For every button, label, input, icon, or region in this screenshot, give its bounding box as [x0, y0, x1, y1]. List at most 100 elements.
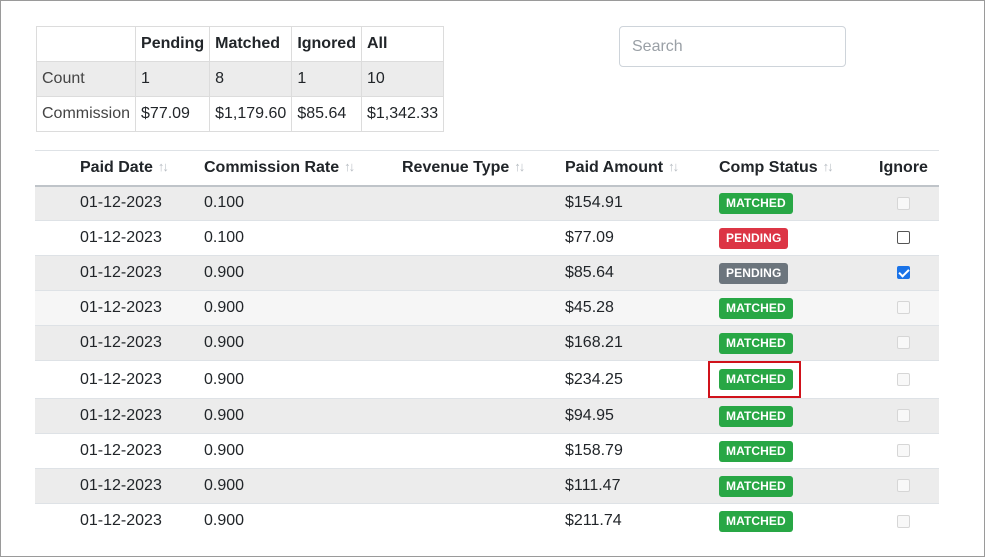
revenue-type-cell — [402, 468, 565, 504]
search-input[interactable] — [619, 26, 846, 67]
column-header-ignore: Ignore — [868, 150, 939, 187]
summary-commission-all: $1,342.33 — [360, 96, 445, 132]
summary-count-pending: 1 — [135, 61, 211, 97]
ignore-checkbox[interactable] — [897, 231, 910, 245]
summary-count-ignored: 1 — [291, 61, 362, 97]
column-header-label: Comp Status — [719, 158, 818, 176]
summary-commission-row: Commission $77.09 $1,179.60 $85.64 $1,34… — [35, 96, 445, 132]
summary-count-all: 10 — [360, 61, 445, 97]
status-badge: MATCHED — [719, 440, 793, 462]
paid-amount-cell: $111.47 — [565, 468, 719, 504]
summary-commission-pending: $77.09 — [135, 96, 211, 132]
sort-icon[interactable]: ↑↓ — [344, 159, 355, 174]
table-header-row: Paid Date ↑↓ Commission Rate ↑↓ Revenue Ty… — [35, 150, 939, 187]
paid-amount-cell: $45.28 — [565, 290, 719, 326]
table-row: 01-12-2023 0.900 $85.64 PENDING — [35, 255, 939, 291]
ignore-cell — [868, 185, 939, 221]
ignore-cell — [868, 468, 939, 504]
ignore-checkbox — [897, 409, 910, 423]
paid-date-cell: 01-12-2023 — [35, 468, 204, 504]
table-row: 01-12-2023 0.900 $158.79 MATCHED — [35, 433, 939, 469]
revenue-type-cell — [402, 220, 565, 256]
comp-status-cell: MATCHED — [719, 433, 868, 469]
paid-amount-cell: $77.09 — [565, 220, 719, 256]
paid-date-cell: 01-12-2023 — [35, 433, 204, 469]
commission-rate-cell: 0.900 — [204, 433, 402, 469]
sort-icon[interactable]: ↑↓ — [823, 159, 834, 174]
comp-status-cell: MATCHED — [719, 325, 868, 361]
paid-date-cell: 01-12-2023 — [35, 255, 204, 291]
paid-date-cell: 01-12-2023 — [35, 398, 204, 434]
comp-status-cell: MATCHED — [719, 503, 868, 539]
ignore-cell — [868, 220, 939, 256]
summary-commission-ignored: $85.64 — [291, 96, 362, 132]
ignore-cell — [868, 503, 939, 539]
comp-status-cell: PENDING — [719, 220, 868, 256]
paid-amount-cell: $211.74 — [565, 503, 719, 539]
table-row: 01-12-2023 0.900 $111.47 MATCHED — [35, 468, 939, 504]
column-header-paid-date[interactable]: Paid Date ↑↓ — [35, 150, 204, 187]
paid-amount-cell: $158.79 — [565, 433, 719, 469]
revenue-type-cell — [402, 255, 565, 291]
revenue-type-cell — [402, 360, 565, 399]
table-body: 01-12-2023 0.100 $154.91 MATCHED 01-12-2023 0… — [35, 185, 939, 539]
column-header-commission-rate[interactable]: Commission Rate ↑↓ — [204, 150, 402, 187]
sort-icon[interactable]: ↑↓ — [514, 159, 525, 174]
status-badge: PENDING — [719, 262, 789, 284]
summary-row-label: Count — [35, 61, 137, 97]
summary-table: Pending Matched Ignored All Count 1 8 1 … — [35, 26, 445, 132]
summary-header-ignored: Ignored — [291, 26, 362, 62]
ignore-cell — [868, 398, 939, 434]
paid-date-cell: 01-12-2023 — [35, 360, 204, 399]
table-row: 01-12-2023 0.900 $211.74 MATCHED — [35, 503, 939, 539]
status-badge: PENDING — [719, 227, 789, 249]
commission-rate-cell: 0.900 — [204, 290, 402, 326]
comp-status-cell: MATCHED — [719, 290, 868, 326]
paid-amount-cell: $85.64 — [565, 255, 719, 291]
commission-rate-cell: 0.900 — [204, 503, 402, 539]
ignore-checkbox — [897, 444, 910, 458]
commission-rate-cell: 0.900 — [204, 325, 402, 361]
paid-date-cell: 01-12-2023 — [35, 185, 204, 221]
paid-date-cell: 01-12-2023 — [35, 290, 204, 326]
status-badge: MATCHED — [719, 405, 793, 427]
ignore-checkbox — [897, 479, 910, 493]
table-row: 01-12-2023 0.900 $234.25 MATCHED — [35, 360, 939, 399]
status-badge: MATCHED — [719, 475, 793, 497]
ignore-checkbox — [897, 336, 910, 350]
paid-amount-cell: $168.21 — [565, 325, 719, 361]
status-badge: MATCHED — [719, 192, 793, 214]
ignore-checkbox[interactable] — [897, 266, 910, 280]
column-header-revenue-type[interactable]: Revenue Type ↑↓ — [402, 150, 565, 187]
summary-count-matched: 8 — [209, 61, 293, 97]
table-row: 01-12-2023 0.900 $94.95 MATCHED — [35, 398, 939, 434]
window-frame: Pending Matched Ignored All Count 1 8 1 … — [0, 0, 985, 557]
status-badge: MATCHED — [719, 297, 793, 319]
column-header-paid-amount[interactable]: Paid Amount ↑↓ — [565, 150, 719, 187]
revenue-type-cell — [402, 185, 565, 221]
summary-header-row: Pending Matched Ignored All — [35, 26, 445, 62]
paid-amount-cell: $154.91 — [565, 185, 719, 221]
comp-status-cell: MATCHED — [719, 185, 868, 221]
sort-icon[interactable]: ↑↓ — [668, 159, 679, 174]
commission-rate-cell: 0.100 — [204, 185, 402, 221]
column-header-comp-status[interactable]: Comp Status ↑↓ — [719, 150, 868, 187]
paid-date-cell: 01-12-2023 — [35, 325, 204, 361]
ignore-checkbox — [897, 514, 910, 528]
summary-header-all: All — [360, 26, 445, 62]
paid-date-cell: 01-12-2023 — [35, 503, 204, 539]
commission-rate-cell: 0.900 — [204, 360, 402, 399]
paid-amount-cell: $234.25 — [565, 360, 719, 399]
revenue-type-cell — [402, 503, 565, 539]
ignore-checkbox — [897, 196, 910, 210]
column-header-label: Paid Date — [80, 158, 153, 176]
comp-status-cell: MATCHED — [708, 360, 868, 399]
revenue-type-cell — [402, 325, 565, 361]
comp-status-cell: MATCHED — [719, 468, 868, 504]
sort-icon[interactable]: ↑↓ — [158, 159, 169, 174]
commission-table: Paid Date ↑↓ Commission Rate ↑↓ Revenue Ty… — [35, 150, 939, 539]
status-badge: MATCHED — [719, 510, 793, 532]
summary-header-matched: Matched — [209, 26, 293, 62]
summary-header-pending: Pending — [135, 26, 211, 62]
ignore-cell — [868, 360, 939, 399]
